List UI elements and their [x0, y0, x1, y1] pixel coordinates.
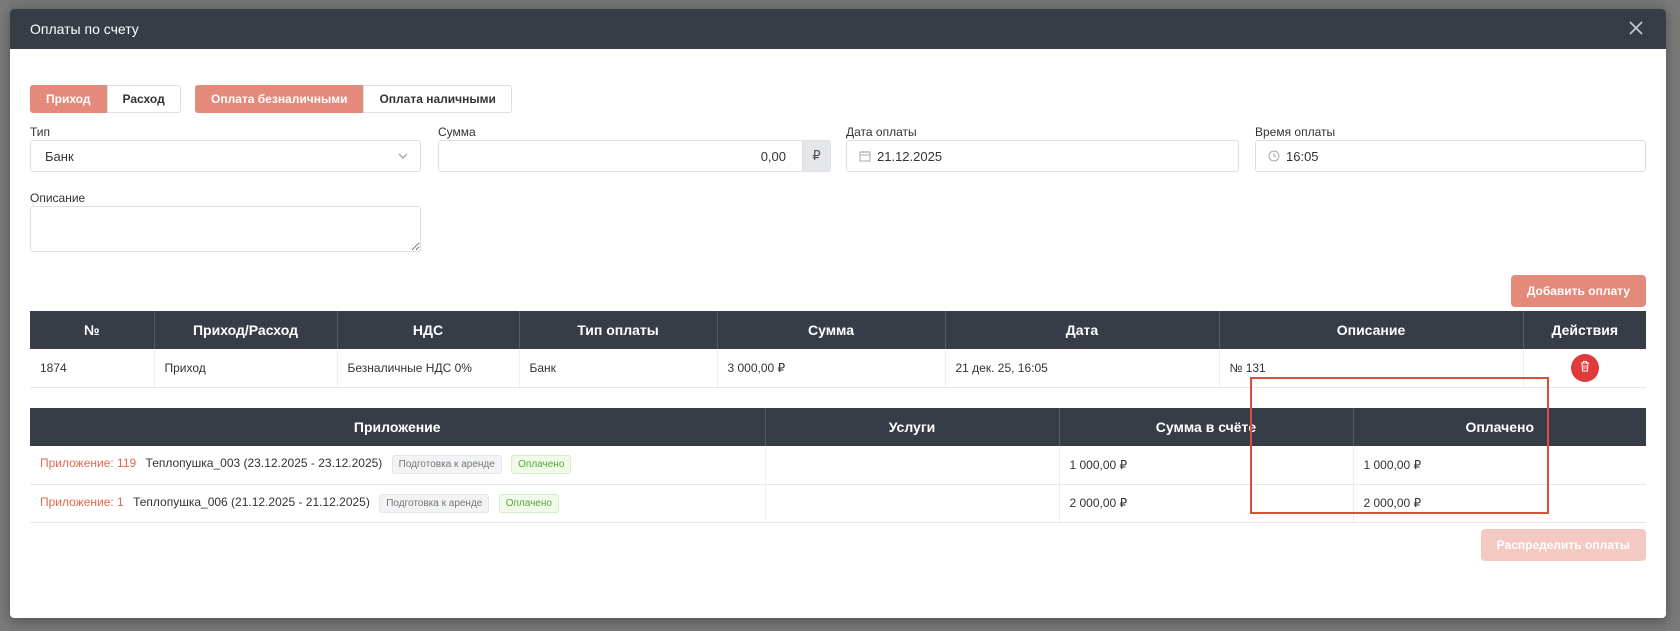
- currency-suffix: ₽: [802, 141, 830, 171]
- add-payment-button[interactable]: Добавить оплату: [1510, 275, 1646, 307]
- payment-description: № 131: [1219, 349, 1524, 388]
- payment-date: 21 дек. 25, 16:05: [945, 349, 1220, 388]
- amount-label: Сумма: [438, 125, 476, 139]
- type-select[interactable]: Банк: [30, 140, 421, 172]
- services-cell: [765, 446, 1060, 485]
- payment-number: 1874: [30, 349, 155, 388]
- type-select-value: Банк: [45, 148, 74, 164]
- time-input-value: 16:05: [1286, 148, 1319, 164]
- application-name: Теплопушка_006 (21.12.2025 - 21.12.2025): [133, 494, 370, 509]
- column-header: Тип оплаты: [519, 311, 718, 349]
- column-header: Сумма: [717, 311, 946, 349]
- description-label: Описание: [30, 191, 86, 205]
- amount-input[interactable]: 0,00 ₽: [438, 140, 831, 172]
- payment-method-toggle: Оплата безналичными Оплата наличными: [195, 85, 512, 113]
- actions-cell: [1523, 349, 1646, 388]
- paid-badge: Оплачено: [511, 455, 572, 475]
- calendar-icon: [859, 150, 871, 162]
- application-cell: Приложение: 119 Теплопушка_003 (23.12.20…: [30, 446, 766, 485]
- background-right-edge: [1666, 0, 1680, 631]
- cash-toggle-button[interactable]: Оплата наличными: [363, 85, 512, 113]
- description-textarea[interactable]: [30, 206, 421, 252]
- payment-vat: Безналичные НДС 0%: [337, 349, 520, 388]
- income-toggle-button[interactable]: Приход: [30, 85, 107, 113]
- table-row: Приложение: 1 Теплопушка_006 (21.12.2025…: [30, 484, 1646, 523]
- direction-toggle: Приход Расход: [30, 85, 181, 113]
- status-badge: Подготовка к аренде: [391, 455, 502, 475]
- payment-amount: 3 000,00 ₽: [717, 349, 946, 388]
- column-header: Услуги: [765, 408, 1060, 446]
- paid-badge: Оплачено: [498, 493, 559, 513]
- applications-table: Приложение Услуги Сумма в счёте Оплачено…: [30, 408, 1646, 523]
- column-header: Действия: [1523, 311, 1646, 349]
- column-header: Приход/Расход: [154, 311, 338, 349]
- column-header: НДС: [337, 311, 520, 349]
- date-input[interactable]: 21.12.2025: [846, 140, 1239, 172]
- modal-header: Оплаты по счету: [10, 9, 1666, 49]
- distribute-payments-button[interactable]: Распределить оплаты: [1480, 529, 1646, 561]
- trash-icon: [1579, 360, 1591, 375]
- close-icon[interactable]: [1626, 19, 1646, 39]
- delete-payment-button[interactable]: [1570, 353, 1599, 382]
- status-badge: Подготовка к аренде: [379, 493, 490, 513]
- table-row: Приложение: 119 Теплопушка_003 (23.12.20…: [30, 446, 1646, 485]
- time-input[interactable]: 16:05: [1255, 140, 1646, 172]
- payment-direction: Приход: [154, 349, 338, 388]
- payments-table: № Приход/Расход НДС Тип оплаты Сумма Дат…: [30, 311, 1646, 388]
- chevron-down-icon: [398, 149, 408, 159]
- invoice-amount: 1 000,00 ₽: [1059, 446, 1354, 485]
- column-header: Описание: [1219, 311, 1524, 349]
- column-header: Дата: [945, 311, 1220, 349]
- table-row: 1874 Приход Безналичные НДС 0% Банк 3 00…: [30, 349, 1646, 388]
- background-left-edge: [0, 0, 10, 631]
- application-link[interactable]: Приложение: 1: [40, 495, 124, 509]
- clock-icon: [1268, 150, 1280, 162]
- date-label: Дата оплаты: [846, 125, 917, 139]
- column-header: Приложение: [30, 408, 766, 446]
- amount-input-value: 0,00: [760, 148, 786, 164]
- column-header: Оплачено: [1353, 408, 1646, 446]
- type-label: Тип: [30, 125, 51, 139]
- paid-amount: 1 000,00 ₽: [1353, 446, 1646, 485]
- payment-type: Банк: [519, 349, 718, 388]
- applications-table-header: Приложение Услуги Сумма в счёте Оплачено: [30, 408, 1646, 446]
- payments-table-header: № Приход/Расход НДС Тип оплаты Сумма Дат…: [30, 311, 1646, 349]
- cashless-toggle-button[interactable]: Оплата безналичными: [195, 85, 364, 113]
- application-cell: Приложение: 1 Теплопушка_006 (21.12.2025…: [30, 484, 766, 523]
- paid-amount: 2 000,00 ₽: [1353, 484, 1646, 523]
- application-link[interactable]: Приложение: 119: [40, 456, 136, 470]
- column-header: Сумма в счёте: [1059, 408, 1354, 446]
- payments-modal: Оплаты по счету Приход Расход Оплата без…: [10, 9, 1666, 618]
- time-label: Время оплаты: [1255, 125, 1336, 139]
- modal-title: Оплаты по счету: [30, 21, 139, 37]
- application-name: Теплопушка_003 (23.12.2025 - 23.12.2025): [145, 456, 383, 471]
- services-cell: [765, 484, 1060, 523]
- invoice-amount: 2 000,00 ₽: [1059, 484, 1354, 523]
- expense-toggle-button[interactable]: Расход: [106, 85, 181, 113]
- column-header: №: [30, 311, 155, 349]
